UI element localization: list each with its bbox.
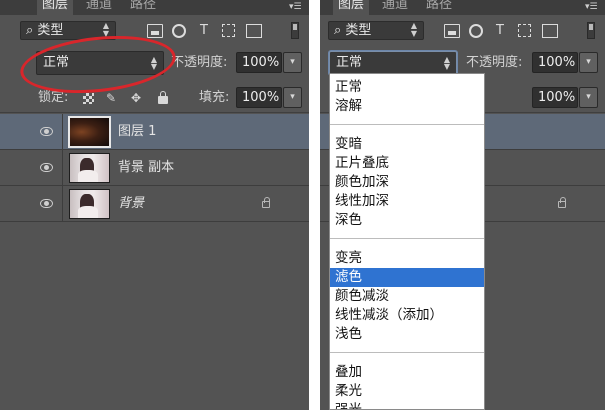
layer-lock-icon [262, 197, 270, 208]
opacity-label: 不透明度: [466, 55, 523, 70]
blend-option-hard-light[interactable]: 强光 [330, 401, 484, 409]
image-filter-icon[interactable] [147, 24, 163, 38]
filter-kind-label: 类型 [37, 23, 64, 38]
blend-option-darken[interactable]: 变暗 [330, 135, 484, 154]
filter-kind-select[interactable]: ⌕ 类型 ▲ ▼ [328, 21, 424, 40]
select-arrows-icon: ▲ ▼ [443, 55, 450, 71]
blend-option-color-dodge[interactable]: 颜色减淡 [330, 287, 484, 306]
lock-all-icon[interactable] [158, 91, 168, 104]
smart-object-filter-icon[interactable] [542, 24, 558, 38]
tab-layers[interactable]: 图层 [37, 0, 74, 15]
blend-option-dissolve[interactable]: 溶解 [330, 97, 484, 116]
shape-filter-icon[interactable] [518, 24, 531, 37]
tab-layers[interactable]: 图层 [333, 0, 370, 15]
layer-thumbnail [68, 116, 111, 148]
image-filter-icon[interactable] [444, 24, 460, 38]
adjustment-filter-icon[interactable] [469, 24, 483, 38]
fill-dropdown-button[interactable]: ▾ [579, 87, 598, 108]
menu-separator [330, 124, 484, 125]
layer-row[interactable]: 背景 [0, 186, 309, 222]
panel-tab-bar: 图层 通道 路径 ▾☰ [320, 0, 605, 15]
blend-option-multiply[interactable]: 正片叠底 [330, 154, 484, 173]
opacity-dropdown-button[interactable]: ▾ [283, 52, 302, 73]
visibility-eye-icon[interactable] [40, 199, 53, 208]
blend-option-linear-burn[interactable]: 线性加深 [330, 192, 484, 211]
layer-name: 背景 副本 [118, 160, 175, 175]
blend-mode-select[interactable]: 正常 ▲ ▼ [329, 51, 457, 75]
adjustment-filter-icon[interactable] [172, 24, 186, 38]
smart-object-filter-icon[interactable] [246, 24, 262, 38]
menu-group-normal: 正常 溶解 [330, 74, 484, 119]
layer-row[interactable]: 背景 副本 [0, 150, 309, 186]
tab-paths[interactable]: 路径 [125, 0, 161, 15]
menu-group-contrast: 叠加 柔光 强光 [330, 359, 484, 409]
opacity-label: 不透明度: [171, 55, 228, 70]
layer-name: 背景 [118, 196, 145, 211]
fill-field[interactable]: 100% [236, 87, 282, 108]
type-filter-icon[interactable]: T [492, 24, 508, 38]
blend-option-overlay[interactable]: 叠加 [330, 363, 484, 382]
panel-menu-icon[interactable]: ▾☰ [585, 1, 598, 13]
select-arrows-icon: ▲ ▼ [410, 21, 417, 38]
tab-channels[interactable]: 通道 [81, 0, 117, 15]
menu-group-lighten: 变亮 滤色 颜色减淡 线性减淡（添加） 浅色 [330, 245, 484, 347]
lock-position-move-icon[interactable]: ✥ [129, 91, 143, 105]
layer-name: 图层 1 [118, 124, 157, 139]
visibility-eye-icon[interactable] [40, 127, 53, 136]
search-icon: ⌕ [26, 23, 34, 38]
eye-divider [62, 186, 63, 222]
fill-label: 填充: [199, 90, 230, 105]
layer-row[interactable]: 图层 1 [0, 114, 309, 150]
tab-channels[interactable]: 通道 [377, 0, 413, 15]
blend-mode-dropdown-menu: 正常 溶解 变暗 正片叠底 颜色加深 线性加深 深色 变亮 滤色 颜色减淡 线性… [329, 73, 485, 410]
blend-mode-value: 正常 [336, 55, 363, 70]
menu-group-darken: 变暗 正片叠底 颜色加深 线性加深 深色 [330, 131, 484, 233]
blend-option-lighter-color[interactable]: 浅色 [330, 325, 484, 344]
menu-separator [330, 352, 484, 353]
filter-toggle-switch[interactable] [587, 22, 595, 39]
blend-option-linear-dodge[interactable]: 线性减淡（添加） [330, 306, 484, 325]
blend-option-lighten[interactable]: 变亮 [330, 249, 484, 268]
tab-paths[interactable]: 路径 [421, 0, 457, 15]
layer-lock-icon [558, 197, 566, 208]
layer-filter-row: ⌕ 类型 ▲ ▼ T [320, 16, 605, 46]
panel-tab-bar: 图层 通道 路径 ▾☰ [0, 0, 309, 15]
blend-option-darker-color[interactable]: 深色 [330, 211, 484, 230]
layer-thumbnail [69, 153, 110, 183]
opacity-dropdown-button[interactable]: ▾ [579, 52, 598, 73]
opacity-field[interactable]: 100% [532, 52, 578, 73]
shape-filter-icon[interactable] [222, 24, 235, 37]
filter-kind-label: 类型 [345, 23, 372, 38]
blend-option-screen[interactable]: 滤色 [330, 268, 484, 287]
type-filter-icon[interactable]: T [196, 24, 212, 38]
blend-option-color-burn[interactable]: 颜色加深 [330, 173, 484, 192]
layers-panel-left: 图层 通道 路径 ▾☰ ⌕ 类型 ▲ ▼ T 正常 ▲ ▼ 不透明度: 100% ▾… [0, 0, 309, 410]
eye-divider [62, 114, 63, 150]
lock-pixels-brush-icon[interactable]: ✎ [104, 91, 118, 105]
visibility-eye-icon[interactable] [40, 163, 53, 172]
opacity-field[interactable]: 100% [236, 52, 282, 73]
menu-separator [330, 238, 484, 239]
blend-option-normal[interactable]: 正常 [330, 78, 484, 97]
fill-dropdown-button[interactable]: ▾ [283, 87, 302, 108]
panel-menu-icon[interactable]: ▾☰ [289, 1, 302, 13]
layer-thumbnail [69, 189, 110, 219]
filter-toggle-switch[interactable] [291, 22, 299, 39]
lock-transparency-icon[interactable] [83, 93, 94, 104]
fill-field[interactable]: 100% [532, 87, 578, 108]
blend-option-soft-light[interactable]: 柔光 [330, 382, 484, 401]
eye-divider [62, 150, 63, 186]
search-icon: ⌕ [334, 23, 342, 38]
